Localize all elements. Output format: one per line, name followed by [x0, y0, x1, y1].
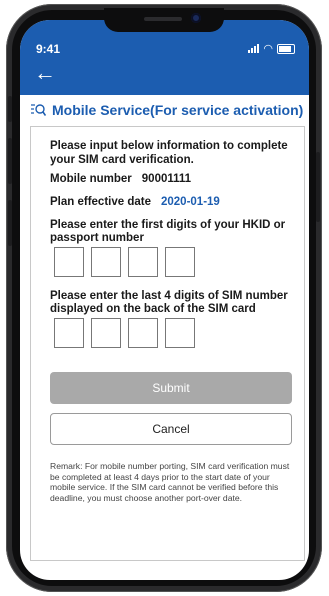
hkid-digit-input[interactable]	[128, 247, 158, 277]
plan-date-label: Plan effective date	[50, 196, 151, 208]
search-list-icon	[30, 102, 47, 118]
hkid-digit-input[interactable]	[165, 247, 195, 277]
mobile-number-label: Mobile number	[50, 173, 132, 185]
wifi-icon: ◠	[263, 43, 273, 55]
form-intro: Please input below information to comple…	[50, 140, 288, 166]
submit-button[interactable]: Submit	[50, 372, 292, 404]
sim-digit-input[interactable]	[165, 318, 195, 348]
page-title: Mobile Service(For service activation)	[52, 102, 304, 118]
plan-date-row: Plan effective date 2020-01-19	[50, 196, 220, 208]
phone-notch	[104, 8, 224, 32]
hkid-digit-inputs	[54, 247, 195, 277]
battery-icon	[277, 43, 295, 54]
status-time: 9:41	[36, 42, 61, 56]
power-button	[316, 152, 320, 222]
plan-date-value: 2020-01-19	[160, 196, 220, 208]
speaker-grille	[144, 17, 182, 21]
cancel-button[interactable]: Cancel	[50, 413, 292, 445]
volume-down-button	[8, 200, 12, 246]
status-icons: ◠	[248, 42, 295, 55]
sim-prompt: Please enter the last 4 digits of SIM nu…	[50, 290, 288, 315]
sim-digit-inputs	[54, 318, 195, 348]
hkid-digit-input[interactable]	[91, 247, 121, 277]
hkid-digit-input[interactable]	[54, 247, 84, 277]
mute-switch	[8, 96, 12, 122]
signal-icon	[248, 44, 260, 53]
app-screen: 9:41 ◠ ← Mobile Service(For service acti…	[20, 20, 309, 580]
mobile-number-row: Mobile number 90001111	[50, 173, 191, 185]
sim-digit-input[interactable]	[54, 318, 84, 348]
volume-up-button	[8, 138, 12, 184]
mobile-number-value: 90001111	[141, 173, 192, 185]
back-arrow-icon[interactable]: ←	[34, 62, 56, 84]
remark-text: Remark: For mobile number porting, SIM c…	[50, 461, 290, 503]
page-header: Mobile Service(For service activation)	[20, 95, 309, 125]
verification-form: Please input below information to comple…	[30, 126, 305, 561]
sim-digit-input[interactable]	[91, 318, 121, 348]
hkid-prompt: Please enter the first digits of your HK…	[50, 219, 286, 244]
sim-digit-input[interactable]	[128, 318, 158, 348]
front-camera	[191, 13, 201, 23]
